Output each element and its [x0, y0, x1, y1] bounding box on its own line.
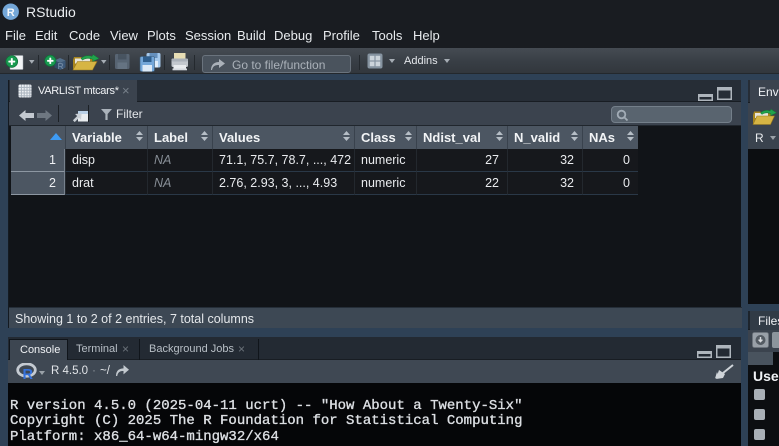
svg-text:R: R	[58, 61, 64, 71]
svg-text:R: R	[23, 367, 34, 380]
svg-text:R: R	[7, 7, 15, 19]
